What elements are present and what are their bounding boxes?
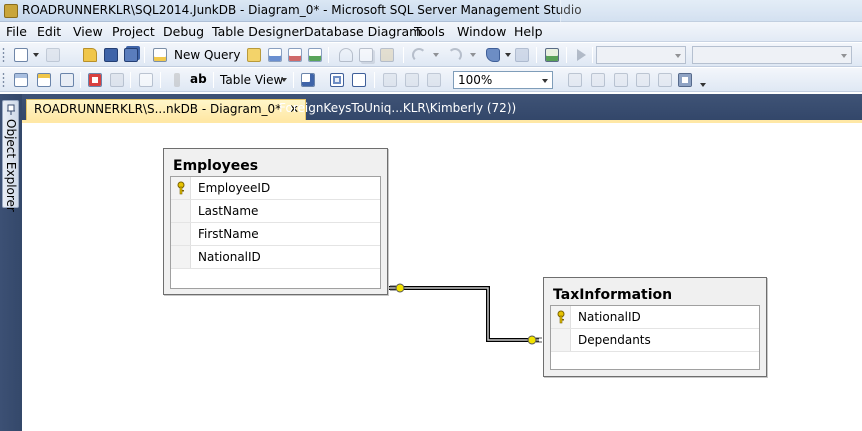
column-name: LastName xyxy=(198,204,259,218)
primary-key-icon xyxy=(557,310,565,324)
new-column-row[interactable] xyxy=(171,269,380,291)
row-selector[interactable] xyxy=(171,177,191,199)
employees-table[interactable]: Employees EmployeeID LastName FirstName … xyxy=(163,148,388,295)
primary-key-icon xyxy=(177,181,185,195)
column-name: NationalID xyxy=(578,310,641,324)
column-name: Dependants xyxy=(578,333,651,347)
table-title: Employees xyxy=(173,158,259,174)
column-row[interactable]: LastName xyxy=(171,200,380,223)
new-column-row[interactable] xyxy=(551,352,759,370)
taxinformation-column-grid[interactable]: NationalID Dependants xyxy=(550,305,760,370)
row-selector[interactable] xyxy=(171,223,191,245)
column-row[interactable]: EmployeeID xyxy=(171,177,380,200)
row-selector[interactable] xyxy=(551,329,571,351)
table-title: TaxInformation xyxy=(553,287,673,303)
column-name: FirstName xyxy=(198,227,259,241)
taxinformation-table[interactable]: TaxInformation NationalID Dependants xyxy=(543,277,767,377)
row-selector[interactable] xyxy=(171,246,191,268)
column-name: EmployeeID xyxy=(198,181,271,195)
column-row[interactable]: Dependants xyxy=(551,329,759,352)
employees-column-grid[interactable]: EmployeeID LastName FirstName NationalID xyxy=(170,176,381,289)
column-row[interactable]: NationalID xyxy=(171,246,380,269)
relationship-key-start-icon xyxy=(527,335,542,345)
row-selector[interactable] xyxy=(551,306,571,328)
column-row[interactable]: NationalID xyxy=(551,306,759,329)
column-row[interactable]: FirstName xyxy=(171,223,380,246)
row-selector[interactable] xyxy=(171,200,191,222)
column-name: NationalID xyxy=(198,250,261,264)
